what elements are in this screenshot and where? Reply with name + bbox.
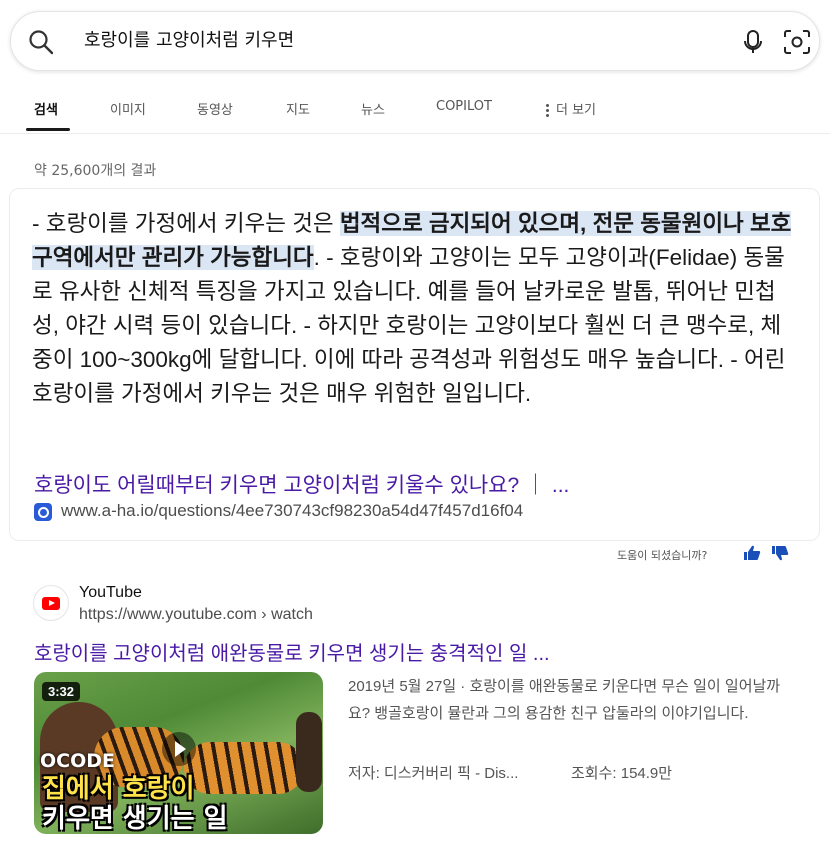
answer-text: - 호랑이를 가정에서 키우는 것은 법적으로 금지되어 있으며, 전문 동물원… — [32, 207, 800, 411]
play-icon[interactable] — [162, 732, 196, 766]
video-author: 저자: 디스커버리 픽 - Dis... — [348, 765, 519, 782]
result-site-name: YouTube — [79, 584, 142, 601]
more-dots-icon — [546, 102, 550, 119]
video-result-title[interactable]: 호랑이를 고양이처럼 애완동물로 키우면 생기는 충격적인 일 ... — [34, 637, 550, 666]
tab-videos[interactable]: 동영상 — [197, 99, 233, 118]
thumbnail-tiger-leaping — [184, 742, 304, 794]
youtube-play-logo — [42, 597, 60, 610]
search-input[interactable]: 호랑이를 고양이처럼 키우면 — [84, 29, 294, 53]
video-views: 조회수: 154.9만 — [571, 765, 673, 782]
thumbs-down-icon[interactable] — [771, 545, 789, 561]
tab-images[interactable]: 이미지 — [110, 99, 146, 118]
results-count: 약 25,600개의 결과 — [34, 163, 157, 179]
answer-text-start: - 호랑이를 가정에서 키우는 것은 — [32, 211, 340, 236]
tab-more[interactable]: 더 보기 — [546, 99, 596, 119]
result-site-url[interactable]: https://www.youtube.com › watch — [79, 606, 313, 624]
search-icon[interactable] — [27, 28, 55, 56]
thumbnail-person-2 — [296, 712, 322, 792]
search-bar[interactable]: 호랑이를 고양이처럼 키우면 — [10, 11, 820, 71]
tab-maps[interactable]: 지도 — [286, 99, 310, 118]
microphone-icon[interactable] — [740, 28, 766, 56]
active-tab-indicator — [26, 128, 70, 131]
thumbnail-caption-2: 키우면 생기는 일 — [42, 804, 228, 834]
feedback-label: 도움이 되셨습니까? — [617, 549, 708, 562]
aha-favicon-icon — [34, 503, 52, 521]
visual-search-icon[interactable] — [782, 28, 812, 56]
tab-search[interactable]: 검색 — [34, 99, 58, 118]
search-tabs: 검색 이미지 동영상 지도 뉴스 COPILOT 더 보기 — [0, 86, 830, 134]
video-duration-badge: 3:32 — [42, 682, 81, 701]
answer-card: - 호랑이를 가정에서 키우는 것은 법적으로 금지되어 있으며, 전문 동물원… — [9, 188, 820, 541]
tab-more-label: 더 보기 — [556, 103, 597, 118]
video-snippet: 2019년 5월 27일 · 호랑이를 애완동물로 키운다면 무슨 일이 일어날… — [348, 678, 781, 722]
answer-source-link[interactable]: 호랑이도 어릴때부터 키우면 고양이처럼 키울수 있나요? ｜ ... — [34, 469, 569, 499]
tab-copilot[interactable]: COPILOT — [436, 99, 492, 114]
tab-news[interactable]: 뉴스 — [361, 99, 385, 118]
youtube-favicon-icon — [33, 585, 69, 621]
answer-source-url[interactable]: www.a-ha.io/questions/4ee730743cf98230a5… — [61, 501, 523, 521]
thumbs-up-icon[interactable] — [743, 545, 761, 561]
video-thumbnail[interactable]: 3:32 OCODE 집에서 호랑이 키우면 생기는 일 — [34, 672, 323, 834]
